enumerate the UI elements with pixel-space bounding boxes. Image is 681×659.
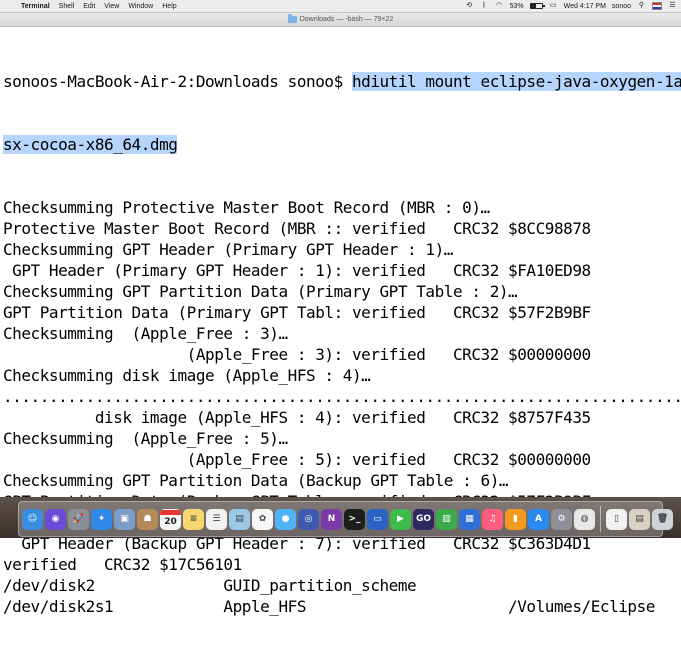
command-text-part1: hdiutil mount eclipse-java-oxygen-1a-mac… bbox=[351, 72, 681, 91]
document-icon[interactable]: ▯ bbox=[606, 508, 627, 530]
menu-shell[interactable]: Shell bbox=[59, 3, 75, 10]
facetime-icon[interactable]: ◎ bbox=[298, 508, 319, 530]
menu-bar: Terminal Shell Edit View Window Help ⟲ ᛒ… bbox=[0, 0, 681, 13]
notification-center-icon[interactable]: ☰ bbox=[668, 2, 677, 10]
terminal-output-line: GPT Partition Data (Primary GPT Tabl: ve… bbox=[3, 303, 591, 322]
reminders-icon[interactable]: ☰ bbox=[206, 508, 227, 530]
siri-icon[interactable]: ◉ bbox=[45, 508, 66, 530]
terminal-content[interactable]: sonoos-MacBook-Air-2:Downloads sonoo$ hd… bbox=[0, 27, 681, 659]
messages-icon[interactable]: ● bbox=[275, 508, 296, 530]
terminal-output: Checksumming Protective Master Boot Reco… bbox=[3, 197, 681, 617]
numbers-icon[interactable]: ▥ bbox=[436, 508, 457, 530]
launchpad-icon[interactable]: 🚀 bbox=[68, 508, 89, 530]
terminal-output-line: (Apple_Free : 5): verified CRC32 $000000… bbox=[3, 450, 591, 469]
desktop-background: ☺ ◉ 🚀 ✦ ▣ ☗ 20 ≡ ☰ ▤ ✿ ● ◎ N >_ ▭ ▶ GO ▥ ▦ ♫ ▮ A ⚙ ◍ ▯ ▤ 🗑 bbox=[0, 497, 681, 538]
menu-app-name[interactable]: Terminal bbox=[21, 3, 50, 10]
app-store-icon[interactable]: A bbox=[528, 508, 549, 530]
terminal-command-line-continued: sx-cocoa-x86_64.dmg bbox=[3, 134, 681, 155]
keynote-slides-icon[interactable]: ▦ bbox=[459, 508, 480, 530]
terminal-icon[interactable]: >_ bbox=[344, 508, 365, 530]
window-title: Downloads — -bash — 79×22 bbox=[299, 16, 394, 23]
bluetooth-icon[interactable]: ᛒ bbox=[480, 2, 489, 10]
terminal-output-line: Protective Master Boot Record (MBR :: ve… bbox=[3, 219, 591, 238]
terminal-command-line: sonoos-MacBook-Air-2:Downloads sonoo$ hd… bbox=[3, 71, 681, 92]
battery-percent[interactable]: 53% bbox=[510, 3, 524, 10]
terminal-output-line: Checksumming GPT Partition Data (Backup … bbox=[3, 471, 509, 490]
current-user[interactable]: sonoo bbox=[612, 3, 631, 10]
facetime-video-icon[interactable]: ▶ bbox=[390, 508, 411, 530]
calendar-icon[interactable]: 20 bbox=[160, 508, 181, 530]
keynote-icon[interactable]: ▭ bbox=[367, 508, 388, 530]
terminal-output-line: disk image (Apple_HFS : 4): verified CRC… bbox=[3, 408, 591, 427]
terminal-output-line: Checksumming disk image (Apple_HFS : 4)… bbox=[3, 366, 371, 385]
itunes-icon[interactable]: ♫ bbox=[482, 508, 503, 530]
terminal-output-line: Checksumming (Apple_Free : 3)… bbox=[3, 324, 288, 343]
input-source-flag-icon[interactable] bbox=[652, 2, 662, 10]
calendar-day: 20 bbox=[164, 516, 177, 527]
finder-icon[interactable]: ☺ bbox=[22, 508, 43, 530]
clock[interactable]: Wed 4:17 PM bbox=[564, 3, 606, 10]
photos-viewer-icon[interactable]: ▤ bbox=[229, 508, 250, 530]
display-mirroring-icon[interactable]: ▭ bbox=[549, 2, 558, 10]
terminal-output-line: ........................................… bbox=[3, 387, 681, 406]
menu-help[interactable]: Help bbox=[162, 3, 176, 10]
window-titlebar[interactable]: Downloads — -bash — 79×22 bbox=[0, 13, 681, 27]
downloads-stack-icon[interactable]: ▤ bbox=[629, 508, 650, 530]
system-preferences-icon[interactable]: ⚙ bbox=[551, 508, 572, 530]
terminal-output-line: Checksumming (Apple_Free : 5)… bbox=[3, 429, 288, 448]
status-area: ⟲ ᛒ ◠ 53% ▭ Wed 4:17 PM sonoo ⚲ ☰ bbox=[465, 2, 677, 10]
terminal-output-line: Checksumming GPT Partition Data (Primary… bbox=[3, 282, 518, 301]
onenote-icon[interactable]: N bbox=[321, 508, 342, 530]
ibooks-icon[interactable]: ▮ bbox=[505, 508, 526, 530]
time-machine-icon[interactable]: ⟲ bbox=[465, 2, 474, 10]
eclipse-icon[interactable]: GO bbox=[413, 508, 434, 530]
folder-icon bbox=[287, 14, 297, 23]
terminal-output-line: verified CRC32 $17C56101 bbox=[3, 555, 242, 574]
dock: ☺ ◉ 🚀 ✦ ▣ ☗ 20 ≡ ☰ ▤ ✿ ● ◎ N >_ ▭ ▶ GO ▥ ▦ ♫ ▮ A ⚙ ◍ ▯ ▤ 🗑 bbox=[18, 501, 673, 537]
preview-icon[interactable]: ▣ bbox=[114, 508, 135, 530]
terminal-window: Downloads — -bash — 79×22 sonoos-MacBook… bbox=[0, 13, 681, 616]
terminal-output-line: GPT Header (Primary GPT Header : 1): ver… bbox=[3, 261, 591, 280]
photos-icon[interactable]: ✿ bbox=[252, 508, 273, 530]
battery-icon[interactable] bbox=[529, 3, 545, 9]
safari-icon[interactable]: ✦ bbox=[91, 508, 112, 530]
terminal-output-line: Checksumming Protective Master Boot Reco… bbox=[3, 198, 490, 217]
chrome-icon[interactable]: ◍ bbox=[574, 508, 595, 530]
notes-icon[interactable]: ≡ bbox=[183, 508, 204, 530]
menu-window[interactable]: Window bbox=[128, 3, 153, 10]
battery-fill bbox=[530, 4, 537, 8]
contacts-icon[interactable]: ☗ bbox=[137, 508, 158, 530]
spotlight-search-icon[interactable]: ⚲ bbox=[637, 2, 646, 10]
terminal-output-line: /dev/disk2 GUID_partition_scheme bbox=[3, 576, 417, 595]
shell-prompt: sonoos-MacBook-Air-2:Downloads sonoo$ bbox=[3, 72, 352, 91]
terminal-output-line: /dev/disk2s1 Apple_HFS /Volumes/Eclipse bbox=[3, 597, 655, 616]
menu-view[interactable]: View bbox=[104, 3, 119, 10]
menu-edit[interactable]: Edit bbox=[83, 3, 95, 10]
terminal-output-line: (Apple_Free : 3): verified CRC32 $000000… bbox=[3, 345, 591, 364]
command-text-part2: sx-cocoa-x86_64.dmg bbox=[3, 135, 178, 154]
terminal-output-line: Checksumming GPT Header (Primary GPT Hea… bbox=[3, 240, 453, 259]
wifi-icon[interactable]: ◠ bbox=[495, 2, 504, 10]
trash-icon[interactable]: 🗑 bbox=[652, 508, 673, 530]
dock-separator bbox=[600, 506, 601, 532]
